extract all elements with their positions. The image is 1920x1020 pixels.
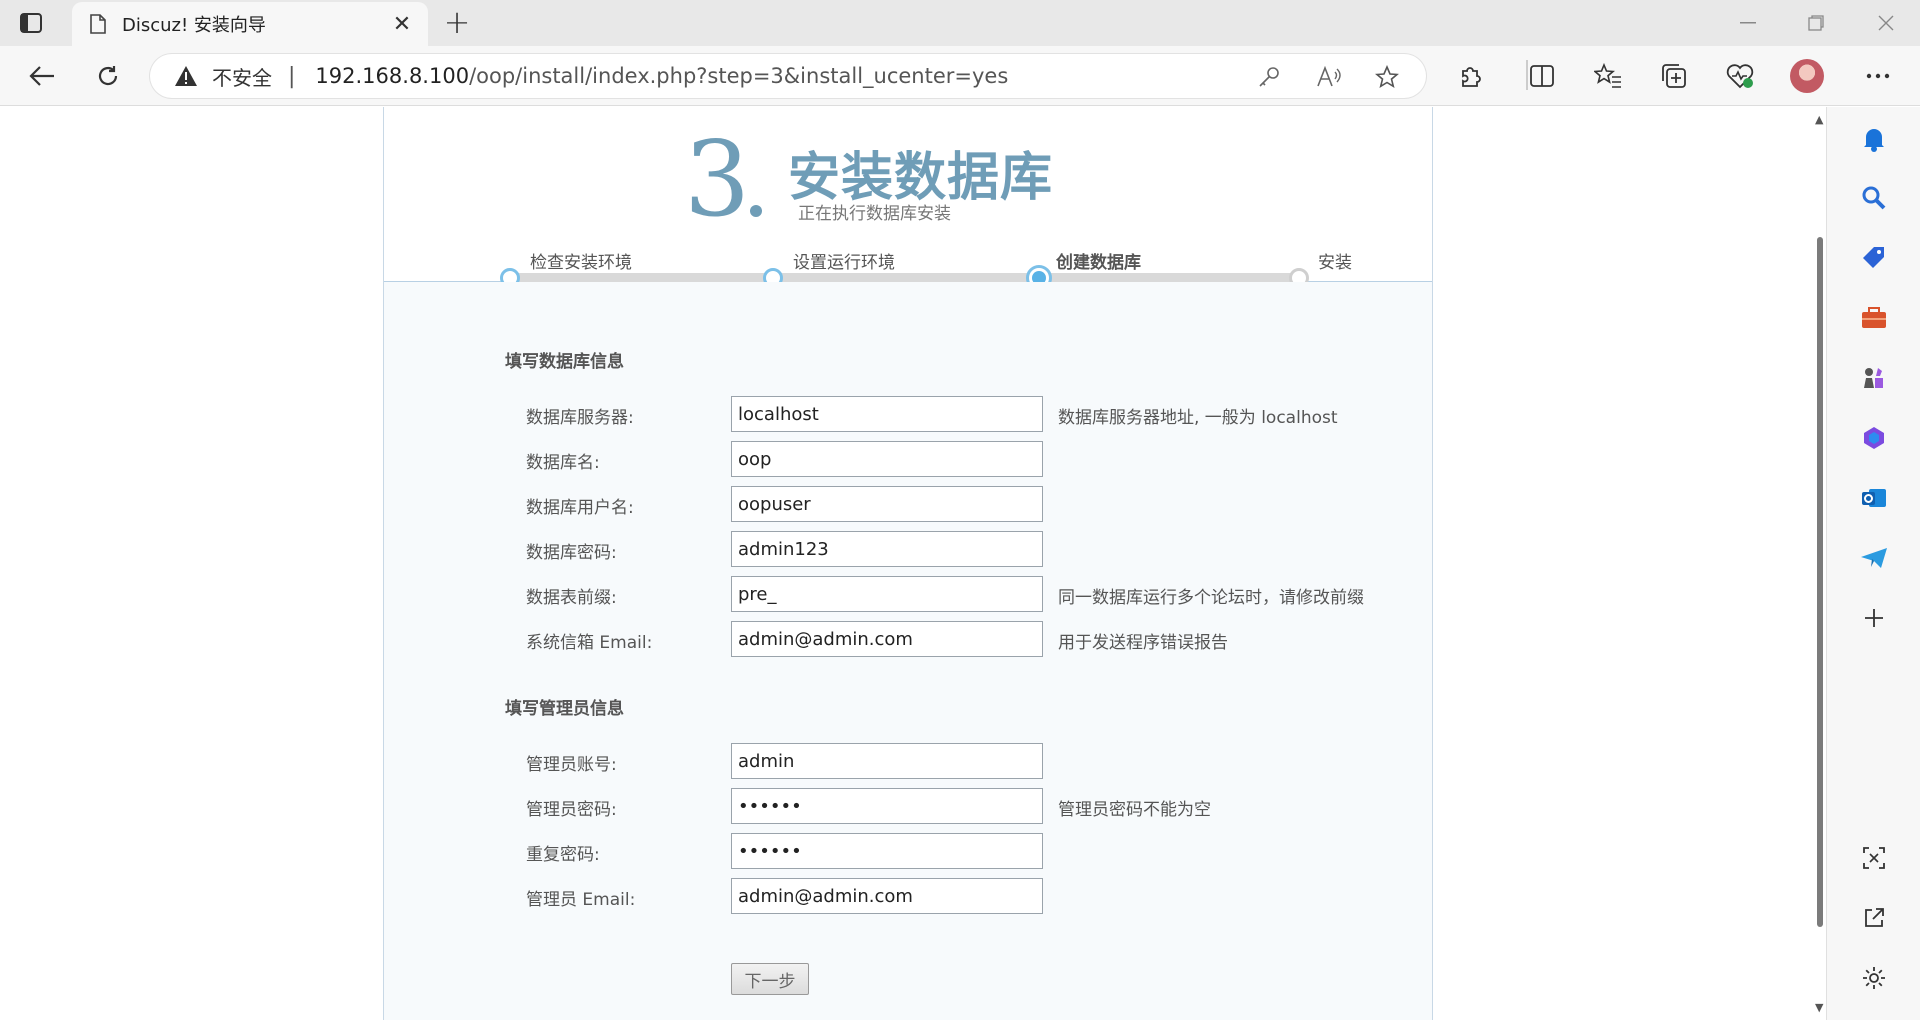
restore-icon[interactable] (1796, 8, 1836, 38)
step-label-set-env: 设置运行环境 (793, 253, 895, 273)
db-section-title: 填写数据库信息 (505, 352, 624, 372)
admin-password-input[interactable] (731, 788, 1043, 824)
minimize-icon[interactable] (1728, 8, 1768, 38)
profile-avatar[interactable] (1790, 59, 1824, 93)
form-row-admin-email: 管理员 Email: (384, 878, 1432, 914)
repeat-password-label: 重复密码: (526, 845, 600, 865)
table-prefix-label: 数据表前缀: (526, 588, 617, 608)
db-host-label: 数据库服务器: (526, 408, 634, 428)
refresh-icon[interactable] (90, 58, 126, 94)
search-icon[interactable] (1859, 183, 1889, 213)
admin-email-label: 管理员 Email: (526, 890, 636, 910)
page-viewport: 3 安装数据库 正在执行数据库安装 检查安装环境 设置运行环境 创建数据库 安装… (0, 107, 1826, 1020)
table-prefix-input[interactable] (731, 576, 1043, 612)
db-password-label: 数据库密码: (526, 543, 617, 563)
screenshot-icon[interactable] (1859, 843, 1889, 873)
tab-bar: Discuz! 安装向导 ✕ + (0, 0, 1920, 46)
browser-essentials-icon[interactable] (1724, 60, 1756, 92)
step-number-dot (750, 205, 762, 217)
db-user-input[interactable] (731, 486, 1043, 522)
step-label-create-db: 创建数据库 (1056, 253, 1141, 273)
system-email-hint: 用于发送程序错误报告 (1058, 633, 1228, 653)
db-password-input[interactable] (731, 531, 1043, 567)
warning-icon[interactable] (174, 65, 198, 87)
admin-account-input[interactable] (731, 743, 1043, 779)
db-user-label: 数据库用户名: (526, 498, 634, 518)
admin-section-title: 填写管理员信息 (505, 699, 624, 719)
db-name-input[interactable] (731, 441, 1043, 477)
tab-close-icon[interactable]: ✕ (390, 12, 414, 37)
system-email-input[interactable] (731, 621, 1043, 657)
step-label-install: 安装 (1318, 253, 1352, 273)
page-scrollbar[interactable]: ▲ ▼ (1814, 107, 1826, 1020)
back-icon[interactable] (24, 58, 60, 94)
page-icon (90, 14, 106, 34)
tab-actions-icon[interactable] (18, 10, 44, 36)
form-row-table-prefix: 数据表前缀: 同一数据库运行多个论坛时，请修改前缀 (384, 576, 1432, 612)
form-row-admin-account: 管理员账号: (384, 743, 1432, 779)
form-row-repeat-password: 重复密码: (384, 833, 1432, 869)
tab-title: Discuz! 安装向导 (122, 15, 266, 36)
address-bar[interactable]: 不安全 | 192.168.8.100/oop/install/index.ph… (150, 54, 1426, 98)
microsoft-365-icon[interactable] (1859, 423, 1889, 453)
add-plus-icon[interactable] (1859, 603, 1889, 633)
insecure-label[interactable]: 不安全 (212, 62, 272, 91)
install-form: 填写数据库信息 数据库服务器: 数据库服务器地址, 一般为 localhost … (384, 282, 1432, 1020)
collections-icon[interactable] (1658, 60, 1690, 92)
next-step-button[interactable]: 下一步 (731, 963, 809, 995)
more-menu-icon[interactable] (1862, 60, 1894, 92)
open-external-icon[interactable] (1859, 903, 1889, 933)
install-header: 3 安装数据库 正在执行数据库安装 检查安装环境 设置运行环境 创建数据库 安装 (384, 107, 1432, 291)
install-panel: 3 安装数据库 正在执行数据库安装 检查安装环境 设置运行环境 创建数据库 安装… (383, 107, 1433, 1020)
form-row-db-password: 数据库密码: (384, 531, 1432, 567)
scroll-down-icon[interactable]: ▼ (1815, 1001, 1823, 1014)
close-window-icon[interactable] (1866, 8, 1906, 38)
url-separator: | (288, 63, 296, 89)
admin-password-hint: 管理员密码不能为空 (1058, 800, 1211, 820)
step-number: 3 (684, 118, 750, 240)
scroll-up-icon[interactable]: ▲ (1815, 113, 1823, 126)
split-screen-icon[interactable] (1526, 60, 1558, 92)
step-label-check-env: 检查安装环境 (530, 253, 632, 273)
table-prefix-hint: 同一数据库运行多个论坛时，请修改前缀 (1058, 588, 1364, 608)
scrollbar-thumb[interactable] (1817, 237, 1823, 927)
browser-tab[interactable]: Discuz! 安装向导 ✕ (72, 2, 428, 46)
extensions-icon[interactable] (1454, 60, 1486, 92)
page-subtitle: 正在执行数据库安装 (798, 204, 951, 224)
new-tab-button[interactable]: + (440, 6, 474, 40)
favorites-icon[interactable] (1592, 60, 1624, 92)
address-bar-row: 不安全 | 192.168.8.100/oop/install/index.ph… (0, 46, 1920, 106)
db-name-label: 数据库名: (526, 453, 600, 473)
repeat-password-input[interactable] (731, 833, 1043, 869)
url-text[interactable]: 192.168.8.100/oop/install/index.php?step… (315, 64, 1008, 88)
form-row-db-user: 数据库用户名: (384, 486, 1432, 522)
notifications-bell-icon[interactable] (1859, 124, 1889, 154)
db-host-hint: 数据库服务器地址, 一般为 localhost (1058, 408, 1338, 428)
tools-briefcase-icon[interactable] (1859, 303, 1889, 333)
url-path: /oop/install/index.php?step=3&install_uc… (469, 64, 1009, 88)
url-host: 192.168.8.100 (315, 64, 470, 88)
favorite-star-icon[interactable] (1374, 64, 1400, 90)
form-row-db-name: 数据库名: (384, 441, 1432, 477)
form-row-admin-password: 管理员密码: 管理员密码不能为空 (384, 788, 1432, 824)
admin-email-input[interactable] (731, 878, 1043, 914)
shopping-tag-icon[interactable] (1859, 243, 1889, 273)
db-host-input[interactable] (731, 396, 1043, 432)
key-icon[interactable] (1256, 64, 1282, 90)
form-row-system-email: 系统信箱 Email: 用于发送程序错误报告 (384, 621, 1432, 657)
read-aloud-icon[interactable] (1316, 64, 1342, 90)
edge-sidebar (1826, 107, 1920, 1020)
admin-account-label: 管理员账号: (526, 755, 617, 775)
system-email-label: 系统信箱 Email: (526, 633, 653, 653)
games-chess-icon[interactable] (1859, 363, 1889, 393)
outlook-icon[interactable] (1859, 483, 1889, 513)
form-row-db-host: 数据库服务器: 数据库服务器地址, 一般为 localhost (384, 396, 1432, 432)
send-telegram-icon[interactable] (1859, 543, 1889, 573)
settings-gear-icon[interactable] (1859, 963, 1889, 993)
admin-password-label: 管理员密码: (526, 800, 617, 820)
